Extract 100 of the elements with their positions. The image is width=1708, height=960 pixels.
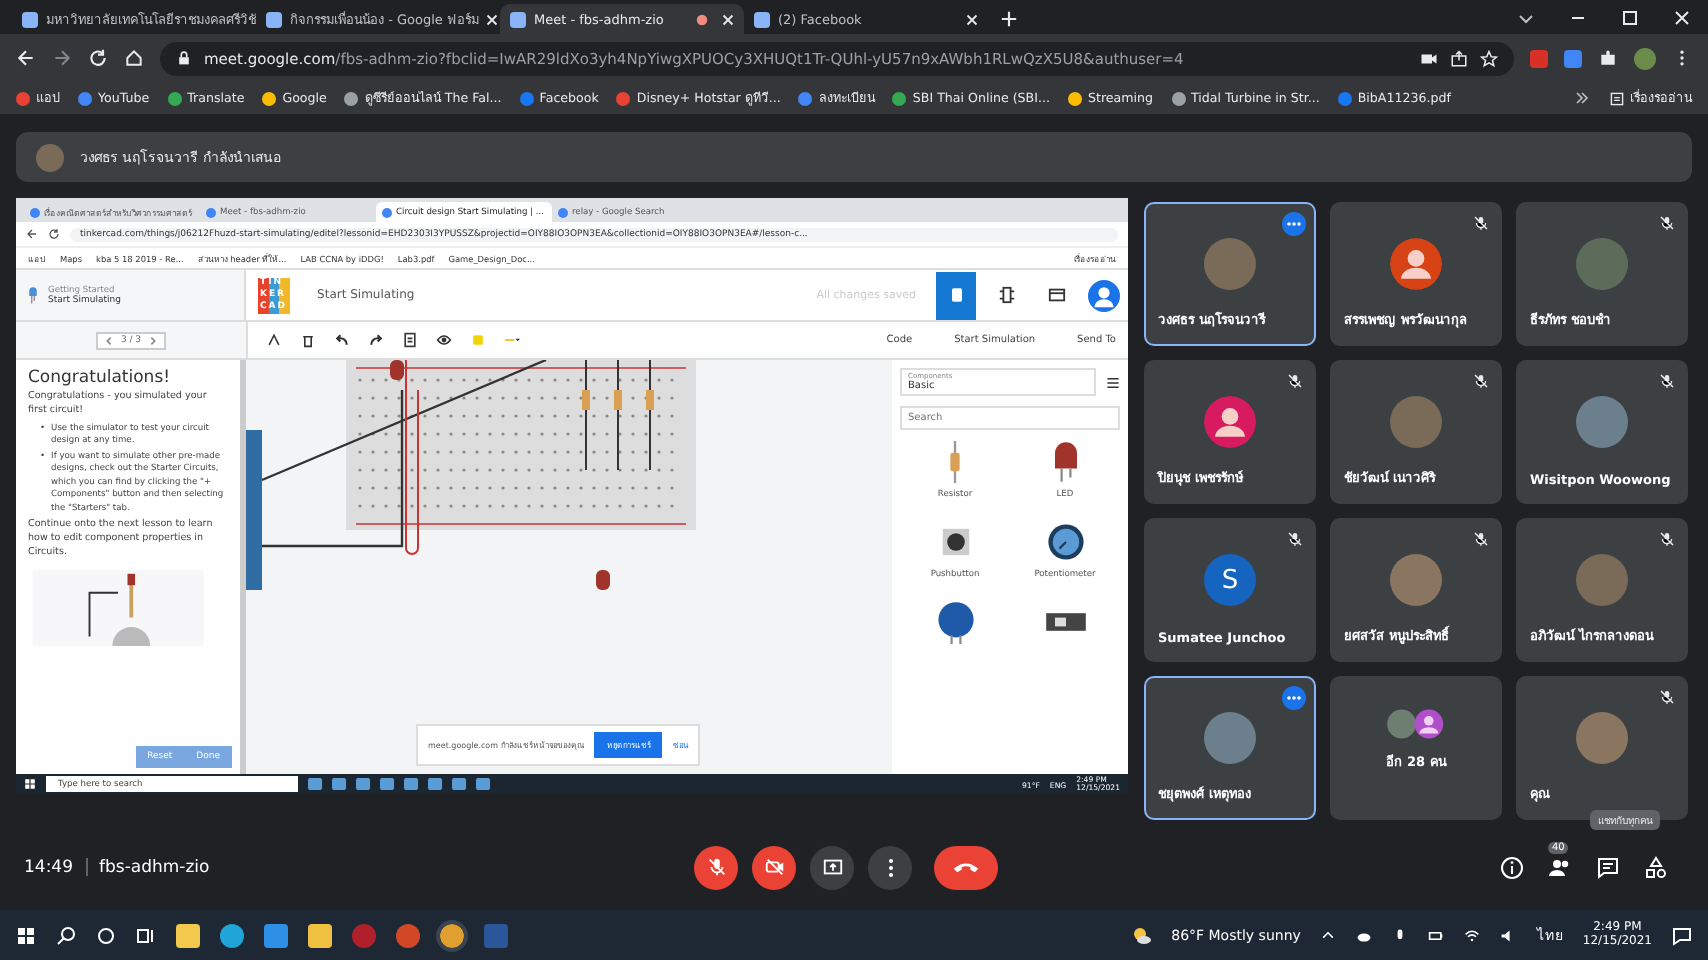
user-avatar-icon[interactable] bbox=[1088, 279, 1120, 311]
back-arrow-icon[interactable] bbox=[26, 228, 38, 240]
list-view-icon[interactable] bbox=[1106, 375, 1120, 389]
reload-icon[interactable] bbox=[48, 228, 60, 240]
eye-icon[interactable] bbox=[436, 332, 452, 348]
camera-button[interactable] bbox=[752, 845, 796, 889]
windows-logo-icon[interactable] bbox=[24, 778, 36, 790]
bookmark-icon bbox=[78, 91, 92, 105]
favicon-icon bbox=[382, 207, 392, 217]
bookmark-icon bbox=[798, 91, 813, 105]
battery-icon[interactable] bbox=[1428, 927, 1445, 943]
photo-placeholder bbox=[1576, 712, 1628, 764]
profile-avatar[interactable] bbox=[1634, 47, 1656, 69]
bookmark-icon bbox=[892, 91, 907, 105]
taskbar-app-icon[interactable] bbox=[220, 923, 244, 947]
chevron-up-icon[interactable] bbox=[1320, 927, 1337, 943]
rotate-icon[interactable] bbox=[266, 332, 282, 348]
table-icon[interactable] bbox=[1048, 286, 1066, 304]
favicon-icon bbox=[754, 11, 770, 27]
close-icon[interactable] bbox=[1672, 8, 1692, 28]
taskbar-app-icon[interactable] bbox=[176, 923, 200, 947]
more-vertical-icon bbox=[887, 857, 893, 877]
bookmark-icon bbox=[519, 91, 534, 105]
redo-icon[interactable] bbox=[368, 332, 384, 348]
maximize-icon[interactable] bbox=[1620, 8, 1640, 28]
more-options-button[interactable] bbox=[868, 845, 912, 889]
initial-avatar: S bbox=[1204, 554, 1256, 606]
end-call-button[interactable] bbox=[934, 845, 998, 889]
trash-icon[interactable] bbox=[300, 332, 316, 348]
close-icon[interactable] bbox=[966, 13, 978, 25]
meeting-time: 14:49 bbox=[24, 857, 73, 877]
note-icon[interactable] bbox=[402, 332, 418, 348]
bookmark-icon bbox=[1067, 91, 1082, 105]
list-icon bbox=[1610, 91, 1624, 105]
lock-icon bbox=[176, 50, 192, 66]
taskbar-app-icon[interactable] bbox=[264, 923, 288, 947]
chevron-right-icon[interactable] bbox=[147, 335, 158, 345]
favicon-icon bbox=[30, 207, 40, 217]
share-icon[interactable] bbox=[1450, 49, 1468, 67]
info-icon[interactable] bbox=[1500, 855, 1524, 879]
task-view-icon[interactable] bbox=[136, 925, 156, 945]
chevron-right-icon[interactable] bbox=[1572, 88, 1592, 108]
color-swatch-icon[interactable] bbox=[470, 332, 486, 348]
bookmark-icon bbox=[344, 91, 359, 105]
chevron-left-icon[interactable] bbox=[104, 335, 115, 345]
close-icon[interactable] bbox=[486, 13, 499, 25]
more-options-icon[interactable] bbox=[1282, 686, 1306, 710]
people-icon[interactable] bbox=[1548, 855, 1572, 879]
photo-placeholder bbox=[1576, 238, 1628, 290]
resistor-icon bbox=[948, 440, 962, 484]
camera-icon[interactable] bbox=[1420, 49, 1438, 67]
present-screen-button[interactable] bbox=[810, 845, 854, 889]
taskbar-app-icon[interactable] bbox=[308, 923, 332, 947]
circle-icon[interactable] bbox=[96, 925, 116, 945]
wifi-icon[interactable] bbox=[1464, 927, 1481, 943]
home-icon[interactable] bbox=[124, 48, 144, 68]
potentiometer-icon bbox=[1043, 520, 1087, 564]
chip-icon[interactable] bbox=[998, 286, 1016, 304]
bookmark-icon bbox=[16, 91, 30, 105]
led-icon bbox=[28, 285, 38, 305]
more-options-icon[interactable] bbox=[1282, 212, 1306, 236]
close-icon[interactable] bbox=[722, 13, 734, 25]
photo-placeholder bbox=[1390, 396, 1442, 448]
presenter-avatar bbox=[36, 143, 64, 171]
bookmark-icon bbox=[616, 91, 631, 105]
avatar-group-icon bbox=[1384, 708, 1448, 740]
favicon-icon bbox=[510, 11, 526, 27]
search-icon[interactable] bbox=[56, 925, 76, 945]
forward-arrow-icon[interactable] bbox=[52, 48, 72, 68]
photo-placeholder bbox=[1576, 554, 1628, 606]
new-tab-icon[interactable] bbox=[1000, 10, 1018, 28]
sun-cloud-icon bbox=[1131, 925, 1152, 945]
favicon-icon bbox=[206, 207, 216, 217]
chat-icon[interactable] bbox=[1596, 855, 1620, 879]
notification-icon[interactable] bbox=[1672, 925, 1692, 945]
photo-placeholder bbox=[1204, 238, 1256, 290]
mic-off-icon bbox=[705, 856, 727, 878]
phone-hangup-icon bbox=[952, 858, 980, 876]
bookmark-icon bbox=[167, 91, 182, 105]
windows-logo-icon[interactable] bbox=[16, 925, 36, 945]
photo-placeholder bbox=[1390, 554, 1442, 606]
star-icon[interactable] bbox=[1480, 49, 1498, 67]
breadboard-icon bbox=[951, 288, 961, 302]
shapes-icon[interactable] bbox=[1644, 855, 1668, 879]
puzzle-icon[interactable] bbox=[1598, 48, 1618, 68]
favicon-icon bbox=[22, 11, 38, 27]
camera-off-icon bbox=[763, 856, 785, 878]
favicon-icon bbox=[266, 11, 282, 27]
bookmark-icon bbox=[1337, 91, 1352, 105]
present-screen-icon bbox=[821, 856, 843, 878]
photo-placeholder bbox=[1204, 712, 1256, 764]
microphone-button[interactable] bbox=[694, 845, 738, 889]
photo-placeholder bbox=[1576, 396, 1628, 448]
undo-icon[interactable] bbox=[334, 332, 350, 348]
bookmark-icon bbox=[262, 91, 277, 105]
circuit-view-button[interactable] bbox=[936, 271, 976, 319]
taskbar-app-icon[interactable] bbox=[440, 923, 464, 947]
meeting-code: fbs-adhm-zio bbox=[99, 857, 210, 877]
bookmark-icon bbox=[1171, 91, 1186, 105]
lesson-heading: Congratulations! bbox=[28, 368, 173, 388]
